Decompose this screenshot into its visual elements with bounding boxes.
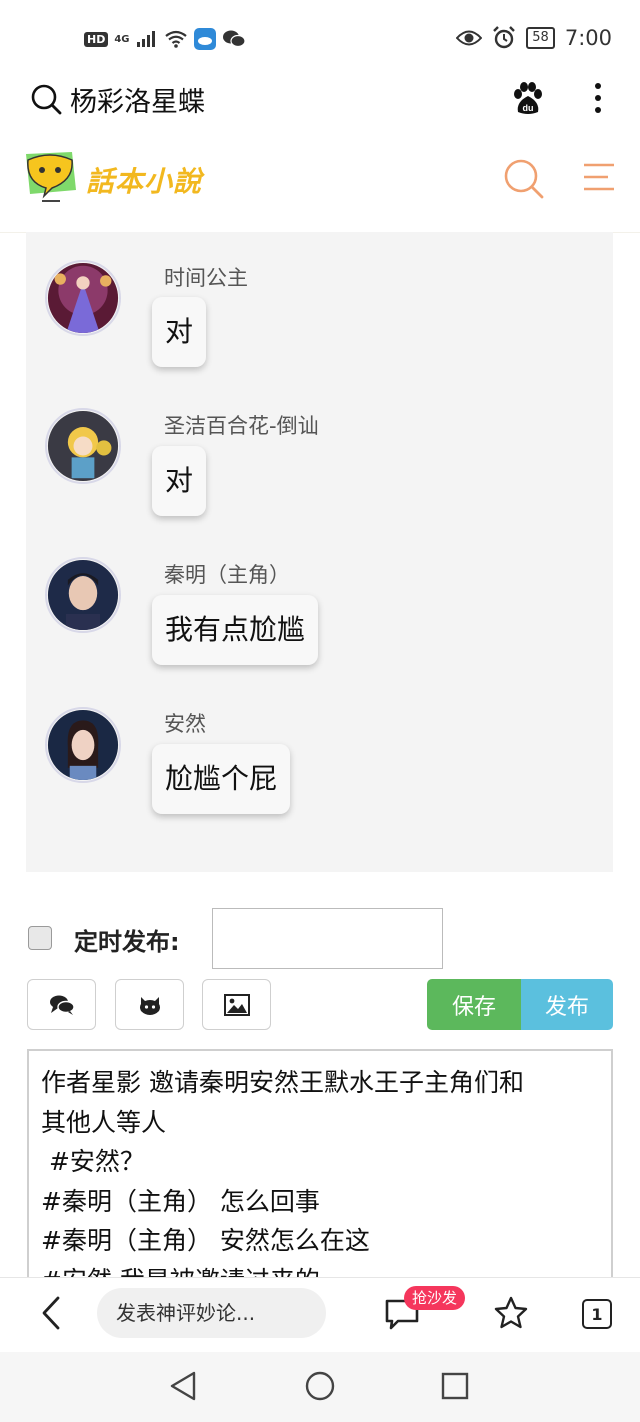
- status-right: 58 7:00: [456, 26, 612, 50]
- insert-image-button[interactable]: [202, 979, 271, 1030]
- hd-badge: HD: [84, 31, 109, 47]
- image-icon: [223, 993, 250, 1016]
- nav-back-icon[interactable]: [168, 1370, 198, 1402]
- editor-text[interactable]: 作者星影 邀请秦明安然王默水王子主角们和 其他人等人 #安然？ #秦明（主角） 怎么…: [29, 1051, 611, 1287]
- publish-button[interactable]: 发布: [521, 979, 613, 1030]
- sofa-badge[interactable]: 抢沙发: [404, 1286, 466, 1310]
- wifi-icon: [164, 30, 187, 48]
- chat-message: [45, 408, 121, 484]
- comments-icon: [49, 995, 75, 1015]
- more-vertical-icon[interactable]: [592, 82, 604, 114]
- site-search-icon[interactable]: [502, 157, 544, 199]
- chat-bubble: 尬尴个屁: [152, 744, 291, 814]
- editor-line: 其他人等人: [41, 1107, 167, 1137]
- schedule-time-input[interactable]: [212, 908, 443, 969]
- chat-message: [45, 707, 121, 783]
- speaker-name: 圣洁百合花-倒讪: [164, 414, 319, 438]
- chat-message: [45, 260, 121, 336]
- avatar: [45, 260, 121, 336]
- editor-line: #秦明（主角） 怎么回事: [41, 1186, 320, 1216]
- wechat-icon: [222, 30, 246, 48]
- content-editor[interactable]: 作者星影 邀请秦明安然王默水王子主角们和 其他人等人 #安然？ #秦明（主角） 怎么…: [27, 1049, 613, 1289]
- editor-line: 作者星影 邀请秦明安然王默水王子主角们和: [41, 1068, 524, 1097]
- alarm-icon: [493, 26, 516, 49]
- chat-bubble: 对: [152, 297, 207, 367]
- logo-mascot-icon[interactable]: [22, 150, 80, 206]
- github-button[interactable]: [115, 979, 184, 1030]
- baidu-paw-icon[interactable]: du: [512, 82, 544, 116]
- eye-icon: [456, 30, 483, 46]
- chat-mode-button[interactable]: [27, 979, 96, 1030]
- back-arrow-icon[interactable]: [40, 1296, 62, 1330]
- speaker-name: 安然: [164, 712, 206, 736]
- svg-text:du: du: [523, 103, 534, 113]
- star-icon[interactable]: [494, 1296, 528, 1330]
- search-query[interactable]: 杨彩洛星蝶: [70, 80, 205, 119]
- nav-home-icon[interactable]: [304, 1370, 336, 1402]
- network-type: 4G: [114, 33, 130, 45]
- status-bar: HD 4G 58 7:00: [0, 0, 640, 72]
- editor-line: #秦明（主角） 安然怎么在这: [41, 1226, 370, 1255]
- editor-line: #安然？: [41, 1147, 145, 1176]
- battery-level: 58: [526, 27, 555, 49]
- github-icon: [139, 996, 160, 1015]
- avatar: [45, 408, 121, 484]
- site-logo-text[interactable]: 話本小說: [86, 160, 202, 200]
- speaker-name: 秦明（主角）: [164, 563, 290, 587]
- speaker-name: 时间公主: [164, 266, 248, 290]
- save-button[interactable]: 保存: [427, 979, 521, 1030]
- chat-message: [45, 557, 121, 633]
- tab-count-button[interactable]: 1: [582, 1299, 612, 1329]
- status-time: 7:00: [564, 26, 612, 50]
- schedule-checkbox[interactable]: [28, 926, 52, 950]
- avatar: [45, 707, 121, 783]
- menu-icon[interactable]: [582, 162, 616, 192]
- chat-bubble: 我有点尬尴: [152, 595, 319, 665]
- comment-input[interactable]: 发表神评妙论...: [97, 1288, 326, 1338]
- signal-icon: [136, 31, 155, 47]
- chat-bubble: 对: [152, 446, 207, 516]
- status-left: HD 4G: [84, 28, 246, 50]
- search-icon[interactable]: [30, 83, 62, 115]
- nav-recents-icon[interactable]: [441, 1372, 469, 1400]
- avatar: [45, 557, 121, 633]
- weather-app-icon: [193, 28, 216, 50]
- schedule-label: 定时发布:: [74, 928, 180, 956]
